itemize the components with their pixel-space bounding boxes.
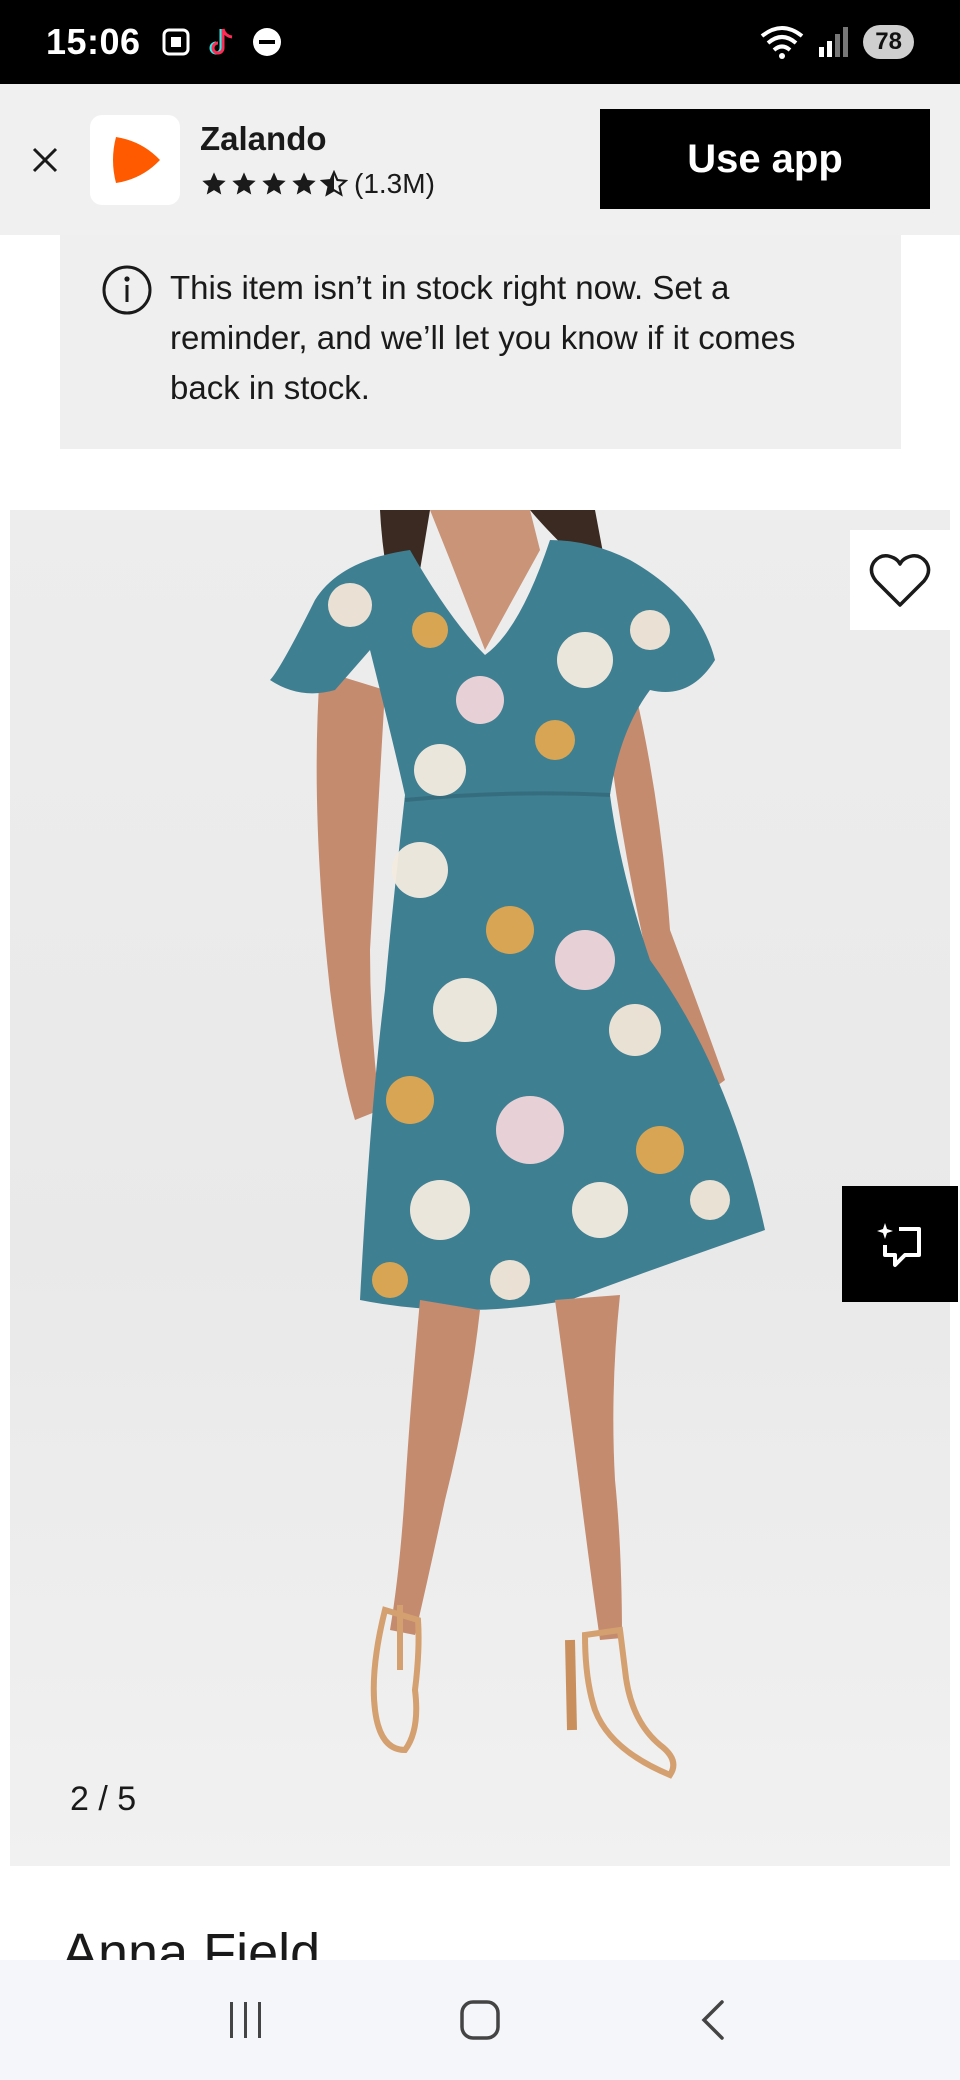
star-icon: [292, 171, 316, 194]
star-icon: [262, 171, 286, 194]
wifi-icon: [761, 26, 804, 59]
rating-stars: [200, 169, 348, 198]
info-icon: [102, 265, 152, 315]
use-app-button[interactable]: Use app: [600, 109, 930, 209]
status-bar: 15:06 78: [0, 0, 960, 84]
product-photo: [270, 510, 765, 1779]
close-icon: [32, 147, 58, 172]
half-star-icon: [320, 169, 348, 197]
dnd-icon: [252, 28, 281, 56]
notice-message: This item isn’t in stock right now. Set …: [170, 269, 796, 406]
app-install-banner: Zalando (1.3M) Use app: [0, 84, 960, 235]
zalando-logo-icon: [113, 136, 160, 183]
star-icon: [232, 171, 256, 194]
zalando-logo: [90, 114, 180, 205]
product-page: 15:06 78 Zalando (1.3M) Use app This ite…: [0, 0, 960, 2080]
image-counter: 2 / 5: [70, 1780, 137, 1818]
wishlist-button[interactable]: [850, 530, 950, 630]
app-name: Zalando: [200, 119, 327, 157]
back-icon[interactable]: [692, 1996, 736, 2044]
ai-assistant-button[interactable]: [842, 1186, 958, 1302]
out-of-stock-notice: This item isn’t in stock right now. Set …: [60, 235, 901, 449]
home-icon[interactable]: [456, 1996, 504, 2044]
product-image-gallery[interactable]: [10, 510, 950, 1866]
heart-icon: [869, 554, 931, 607]
star-icon: [202, 171, 226, 194]
app-rating: (1.3M): [200, 168, 435, 200]
signal-icon: [819, 27, 849, 57]
system-nav-bar: [0, 1960, 960, 2080]
status-time: 15:06: [46, 21, 141, 62]
app-info: Zalando (1.3M): [200, 120, 435, 200]
tiktok-icon: [209, 28, 232, 55]
battery-icon: 78: [863, 25, 914, 59]
status-notification-icons: [159, 25, 283, 59]
close-banner-button[interactable]: [0, 84, 90, 235]
screenshot-icon: [162, 28, 190, 56]
rating-count: (1.3M): [354, 167, 435, 199]
recent-apps-icon[interactable]: [224, 1998, 268, 2042]
ai-chat-sparkle-icon: [877, 1223, 921, 1267]
